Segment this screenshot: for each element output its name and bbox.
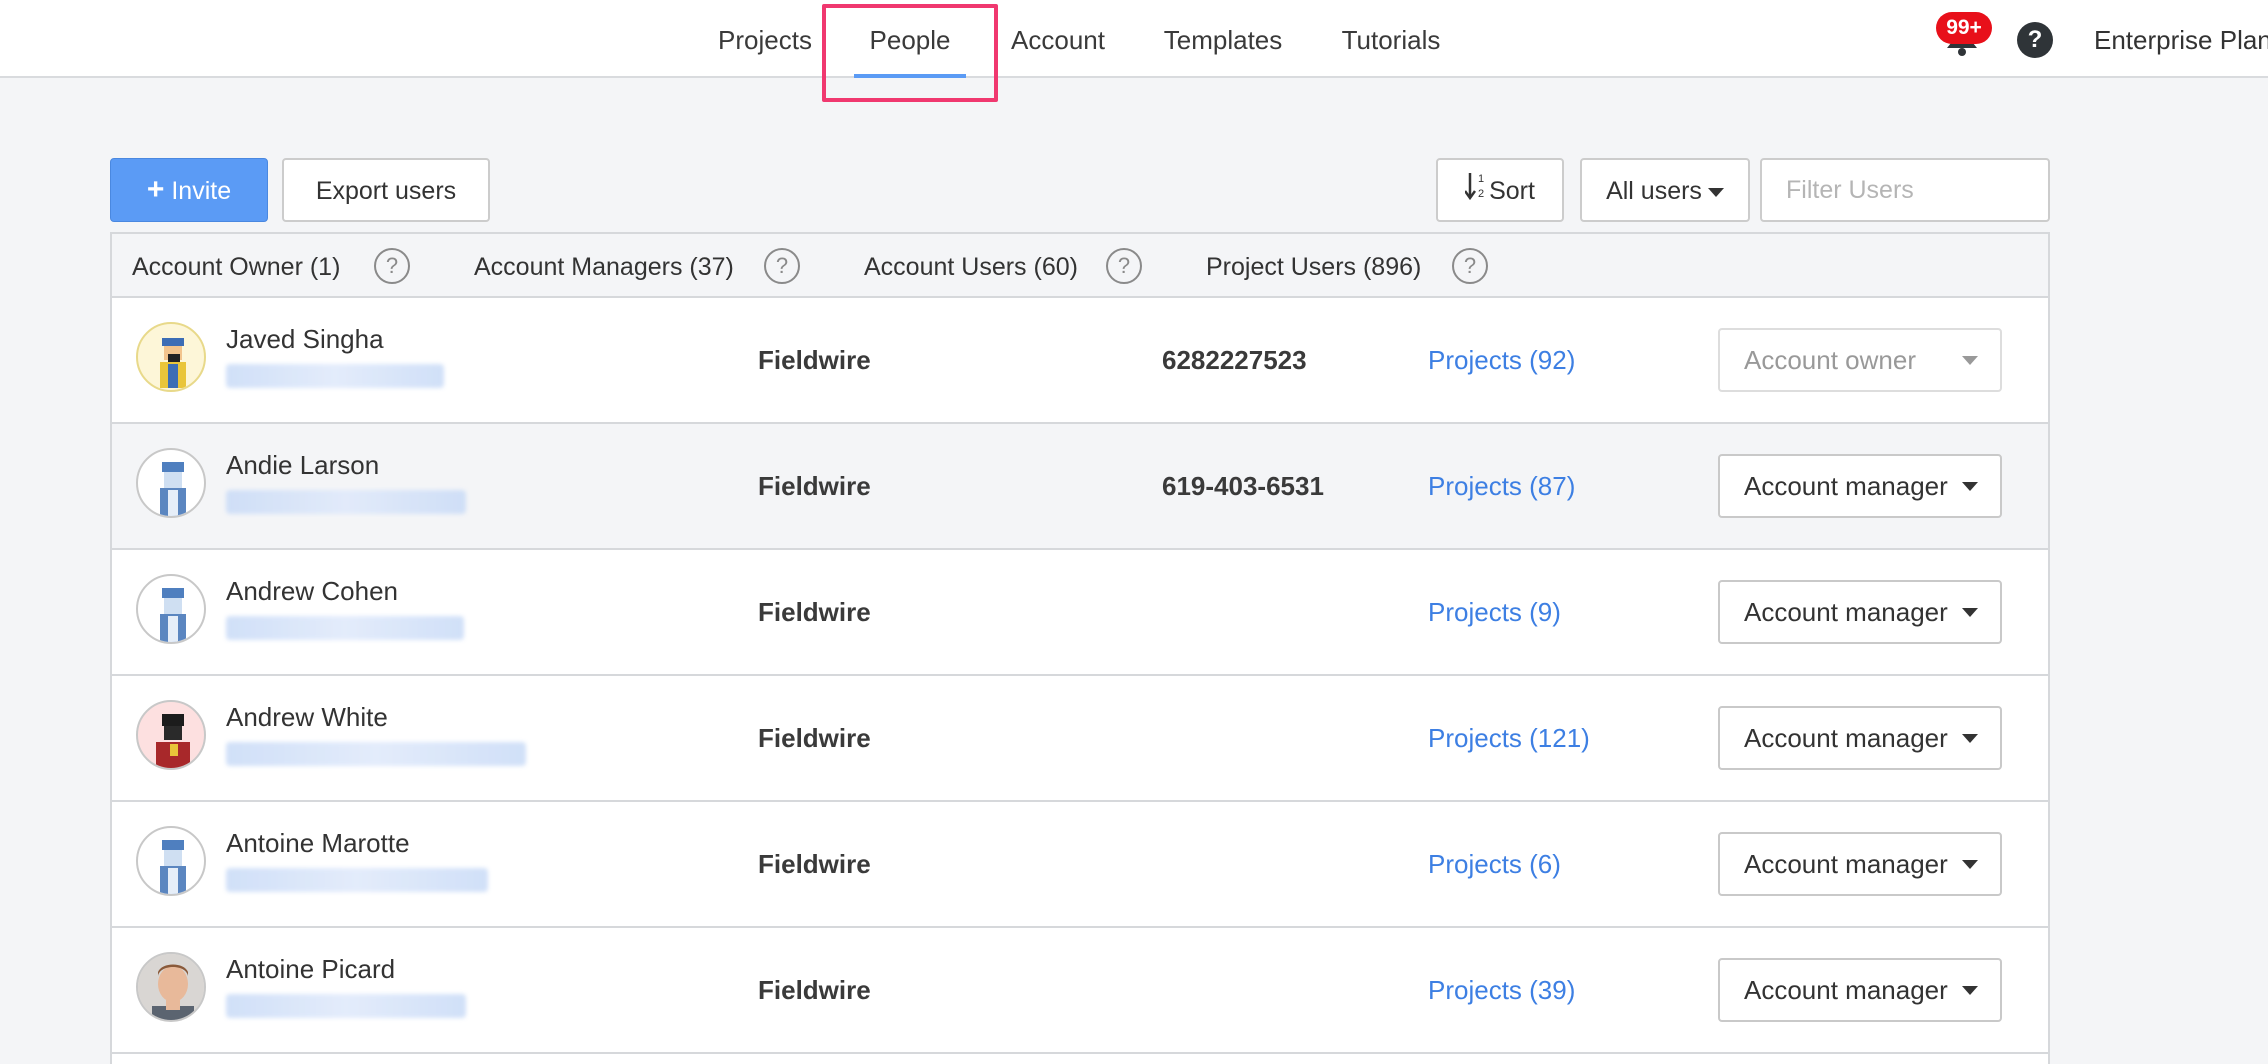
all-users-dropdown[interactable]: All users [1580, 158, 1750, 222]
filter-users-input[interactable] [1760, 158, 2050, 222]
user-projects-link[interactable]: Projects (92) [1428, 298, 1575, 422]
user-projects-link[interactable]: Projects (6) [1428, 802, 1561, 926]
plus-icon: + [146, 173, 165, 206]
caret-down-icon [1962, 734, 1978, 743]
avatar [136, 826, 206, 896]
top-nav: Projects People Account Templates Tutori… [0, 0, 2268, 78]
table-row[interactable]: Antoine Picard Fieldwire Projects (39) A… [112, 928, 2048, 1054]
user-email-blurred [226, 616, 464, 640]
question-icon[interactable]: ? [1106, 248, 1142, 284]
user-projects-link[interactable]: Projects (9) [1428, 550, 1561, 674]
avatar [136, 952, 206, 1022]
caret-down-icon [1962, 986, 1978, 995]
user-phone: 619-403-6531 [1162, 471, 1324, 501]
user-projects-link[interactable]: Projects (121) [1428, 676, 1590, 800]
notification-badge[interactable]: 99+ [1936, 12, 1992, 44]
avatar [136, 574, 206, 644]
table-row[interactable]: Andrew Cohen Fieldwire Projects (9) Acco… [112, 550, 2048, 676]
nav-tutorials[interactable]: Tutorials [1328, 0, 1454, 78]
role-dropdown[interactable]: Account manager [1718, 580, 2002, 644]
user-email-blurred [226, 868, 488, 892]
user-projects-link[interactable]: Projects (39) [1428, 928, 1575, 1052]
nav-projects[interactable]: Projects [700, 0, 830, 78]
nav-projects-label: Projects [718, 25, 812, 55]
caret-down-icon [1962, 860, 1978, 869]
export-users-label: Export users [315, 177, 457, 205]
nav-tutorials-label: Tutorials [1341, 25, 1441, 55]
nav-account-label: Account [1011, 25, 1105, 55]
svg-text:2: 2 [1478, 188, 1484, 200]
role-label: Account manager [1744, 471, 1948, 501]
user-email-blurred [226, 490, 466, 514]
all-users-label: All users [1606, 177, 1702, 205]
user-name: Javed Singha [226, 324, 384, 354]
table-row[interactable]: Andie Larson Fieldwire 619-403-6531 Proj… [112, 424, 2048, 550]
role-dropdown[interactable]: Account manager [1718, 454, 2002, 518]
user-name: Antoine Marotte [226, 828, 410, 858]
role-dropdown: Account owner [1718, 328, 2002, 392]
tab-account-users[interactable]: Account Users (60) [864, 234, 1078, 298]
role-dropdown[interactable]: Account manager [1718, 958, 2002, 1022]
user-phone: 6282227523 [1162, 345, 1307, 375]
tab-account-owner[interactable]: Account Owner (1) [132, 234, 340, 298]
question-icon[interactable]: ? [374, 248, 410, 284]
sort-icon: 1 2 [1464, 161, 1489, 223]
caret-down-icon [1962, 356, 1978, 365]
nav-templates-label: Templates [1163, 25, 1283, 55]
table-row[interactable]: Antoine Marotte Fieldwire Projects (6) A… [112, 802, 2048, 928]
user-company: Fieldwire [758, 471, 871, 501]
tab-project-users[interactable]: Project Users (896) [1206, 234, 1421, 298]
user-company: Fieldwire [758, 597, 871, 627]
role-dropdown[interactable]: Account manager [1718, 832, 2002, 896]
user-company: Fieldwire [758, 345, 871, 375]
caret-down-icon [1962, 482, 1978, 491]
users-table: Account Owner (1) ? Account Managers (37… [110, 232, 2050, 1064]
question-icon[interactable]: ? [1452, 248, 1488, 284]
user-company: Fieldwire [758, 975, 871, 1005]
avatar [136, 700, 206, 770]
caret-down-icon [1707, 187, 1724, 197]
tab-account-managers[interactable]: Account Managers (37) [474, 234, 734, 298]
role-tabs: Account Owner (1) ? Account Managers (37… [112, 234, 2048, 298]
user-email-blurred [226, 364, 444, 388]
invite-button[interactable]: + Invite [110, 158, 268, 222]
avatar [136, 322, 206, 392]
help-icon[interactable]: ? [2017, 22, 2053, 58]
role-label: Account owner [1744, 345, 1916, 375]
caret-down-icon [1962, 608, 1978, 617]
nav-templates[interactable]: Templates [1150, 0, 1296, 78]
user-name: Andrew White [226, 702, 388, 732]
user-company: Fieldwire [758, 723, 871, 753]
plan-label[interactable]: Enterprise Plan [2094, 0, 2268, 78]
svg-text:1: 1 [1478, 173, 1484, 185]
user-projects-link[interactable]: Projects (87) [1428, 424, 1575, 548]
role-label: Account manager [1744, 723, 1948, 753]
people-tab-highlight [822, 4, 998, 102]
sort-label: Sort [1489, 177, 1535, 205]
role-dropdown[interactable]: Account manager [1718, 706, 2002, 770]
user-name: Antoine Picard [226, 954, 396, 984]
table-row[interactable]: Andrew White Fieldwire Projects (121) Ac… [112, 676, 2048, 802]
nav-account[interactable]: Account [996, 0, 1120, 78]
invite-label: Invite [171, 177, 232, 205]
user-name: Andie Larson [226, 450, 380, 480]
user-company: Fieldwire [758, 849, 871, 879]
user-name: Andrew Cohen [226, 576, 398, 606]
export-users-button[interactable]: Export users [282, 158, 490, 222]
role-label: Account manager [1744, 975, 1948, 1005]
sort-button[interactable]: 1 2 Sort [1436, 158, 1564, 222]
role-label: Account manager [1744, 597, 1948, 627]
user-email-blurred [226, 994, 466, 1018]
question-icon[interactable]: ? [764, 248, 800, 284]
role-label: Account manager [1744, 849, 1948, 879]
user-email-blurred [226, 742, 526, 766]
avatar [136, 448, 206, 518]
table-row[interactable]: Javed Singha Fieldwire 6282227523 Projec… [112, 298, 2048, 424]
